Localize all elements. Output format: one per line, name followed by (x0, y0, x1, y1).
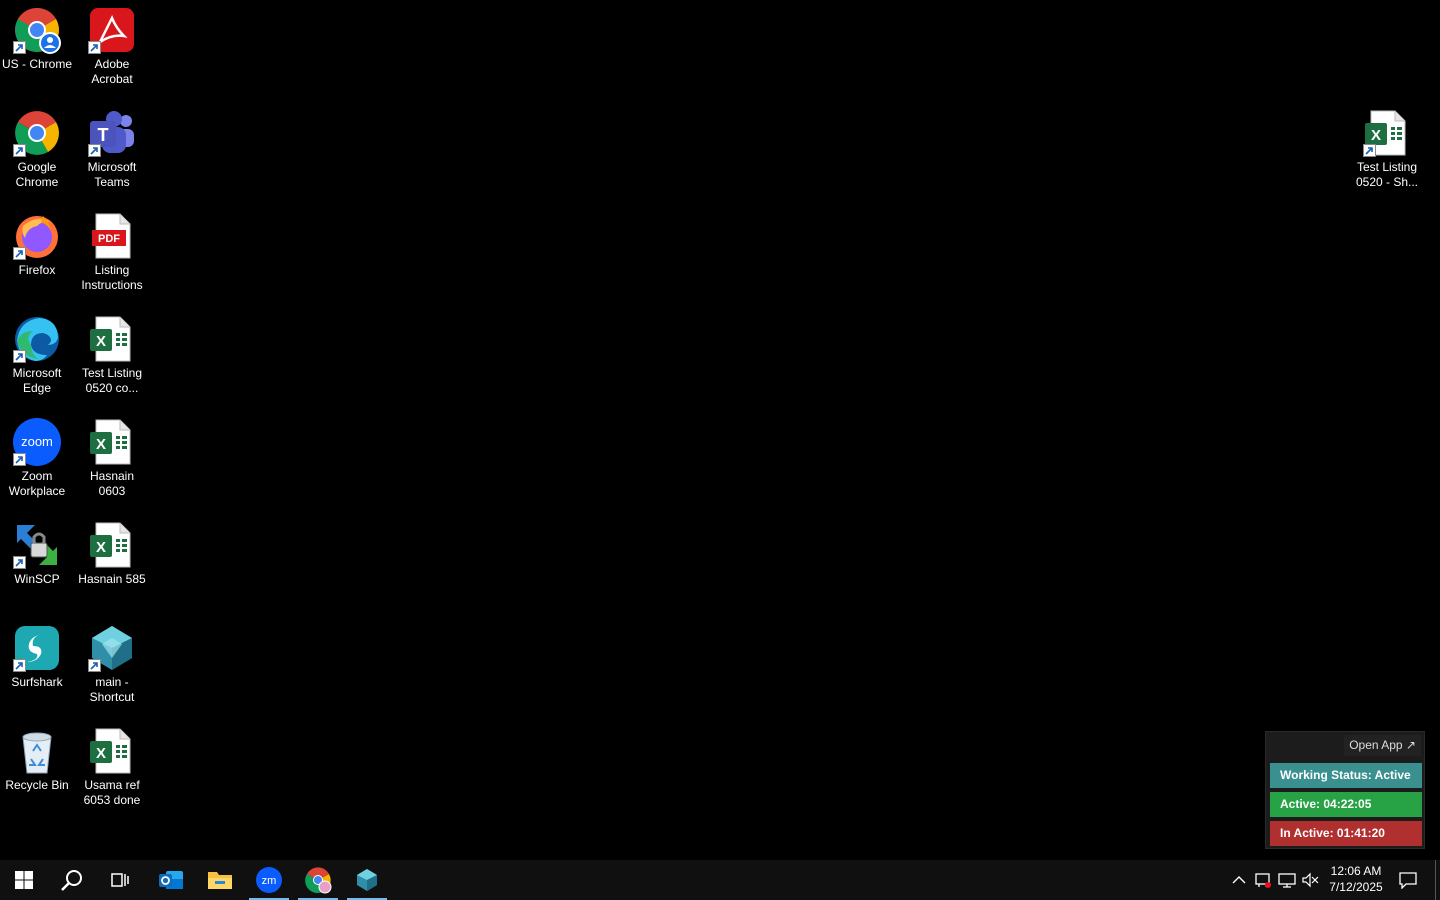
task-view-icon (111, 873, 129, 887)
svg-text:X: X (96, 436, 106, 453)
show-desktop-button[interactable] (1435, 860, 1440, 900)
inactive-time-text: In Active: 01:41:20 (1280, 826, 1385, 840)
outlook-icon (159, 871, 183, 889)
chevron-up-icon (1232, 876, 1246, 884)
desktop-icon-usama-ref[interactable]: X Usama ref 6053 done (75, 727, 149, 808)
time-tracker-widget: Open App ↗ Working Status: Active Active… (1265, 731, 1425, 849)
show-hidden-icons-button[interactable] (1227, 860, 1251, 900)
svg-text:X: X (96, 333, 106, 350)
icon-label: Test Listing 0520 co... (81, 366, 143, 395)
shortcut-arrow-icon (1363, 144, 1376, 157)
desktop-icon-hasnain-585[interactable]: X Hasnain 585 (75, 521, 149, 587)
desktop-icon-hasnain-0603[interactable]: X Hasnain 0603 (75, 418, 149, 499)
svg-text:zm: zm (262, 875, 277, 887)
excel-file-icon: X (90, 316, 131, 362)
desktop-icon-main-shortcut[interactable]: main - Shortcut (75, 624, 149, 705)
icon-label: Surfshark (11, 675, 63, 689)
svg-text:T: T (98, 125, 109, 145)
search-icon (61, 870, 82, 891)
icon-label: Zoom Workplace (8, 469, 66, 498)
desktop-icon-winscp[interactable]: WinSCP (0, 521, 74, 587)
tray-network[interactable] (1275, 860, 1299, 900)
desktop-icon-recycle-bin[interactable]: Recycle Bin (0, 727, 74, 793)
desktop-icon-test-listing-co[interactable]: X Test Listing 0520 co... (75, 315, 149, 396)
taskbar: zm 12:06 AM 7/12/2025 (0, 860, 1440, 900)
recycle-bin-icon (22, 732, 52, 774)
shortcut-arrow-icon (13, 453, 26, 466)
icon-label: Hasnain 0603 (89, 469, 135, 498)
outlook-taskbar-button[interactable] (147, 860, 195, 900)
icon-label: Hasnain 585 (78, 572, 146, 586)
icon-label: main - Shortcut (89, 675, 135, 704)
excel-file-icon: X (90, 728, 131, 774)
notification-icon (1399, 872, 1417, 889)
taskbar-clock[interactable]: 12:06 AM 7/12/2025 (1318, 860, 1394, 900)
icon-label: Adobe Acrobat (91, 57, 133, 86)
shortcut-arrow-icon (13, 41, 26, 54)
desktop-icon-microsoft-teams[interactable]: T Microsoft Teams (75, 109, 149, 190)
svg-text:X: X (96, 539, 106, 556)
chrome-taskbar-icon (305, 867, 332, 894)
task-view-button[interactable] (96, 860, 144, 900)
icon-label: WinSCP (14, 572, 60, 586)
file-explorer-taskbar-button[interactable] (196, 860, 244, 900)
search-button[interactable] (48, 860, 96, 900)
excel-file-icon: X (90, 522, 131, 568)
desktop-icon-test-listing-sh[interactable]: X Test Listing 0520 - Sh... (1350, 109, 1424, 190)
icon-label: Recycle Bin (5, 778, 69, 792)
icon-label: Test Listing 0520 - Sh... (1355, 160, 1419, 189)
desktop-icon-surfshark[interactable]: Surfshark (0, 624, 74, 690)
icon-label: Microsoft Edge (12, 366, 62, 395)
svg-text:X: X (1371, 127, 1381, 144)
network-alert-icon (1255, 873, 1271, 888)
desktop-icon-microsoft-edge[interactable]: Microsoft Edge (0, 315, 74, 396)
desktop: US - Chrome Google Chrome Firefox Micros… (0, 0, 1440, 860)
working-status-text: Working Status: Active (1280, 768, 1411, 782)
working-status-badge: Working Status: Active (1270, 763, 1422, 788)
icon-label: Firefox (18, 263, 56, 277)
icon-label: Listing Instructions (81, 263, 143, 292)
chrome-taskbar-button[interactable] (294, 860, 342, 900)
zoom-taskbar-button[interactable]: zm (245, 860, 293, 900)
shortcut-arrow-icon (13, 247, 26, 260)
active-time-badge: Active: 04:22:05 (1270, 792, 1422, 817)
svg-text:zoom: zoom (21, 434, 53, 449)
desktop-icon-firefox[interactable]: Firefox (0, 212, 74, 278)
excel-file-icon: X (90, 419, 131, 465)
icon-label: Google Chrome (15, 160, 59, 189)
network-icon (1278, 873, 1296, 888)
zoom-taskbar-icon: zm (256, 867, 282, 893)
volume-muted-icon (1302, 872, 1319, 888)
desktop-icon-us-chrome[interactable]: US - Chrome (0, 6, 74, 72)
shortcut-arrow-icon (13, 556, 26, 569)
shortcut-arrow-icon (88, 659, 101, 672)
main-app-taskbar-icon (357, 869, 377, 891)
pdf-file-icon: PDF (92, 213, 131, 259)
open-app-button[interactable]: Open App ↗ (1344, 735, 1421, 756)
shortcut-arrow-icon (88, 41, 101, 54)
file-explorer-icon (208, 872, 232, 889)
start-button[interactable] (0, 860, 48, 900)
icon-label: Microsoft Teams (87, 160, 137, 189)
inactive-time-badge: In Active: 01:41:20 (1270, 821, 1422, 846)
action-center-button[interactable] (1396, 860, 1420, 900)
shortcut-arrow-icon (88, 144, 101, 157)
desktop-icon-listing-instructions[interactable]: PDF Listing Instructions (75, 212, 149, 293)
shortcut-arrow-icon (13, 144, 26, 157)
shortcut-arrow-icon (13, 659, 26, 672)
svg-text:PDF: PDF (98, 233, 120, 245)
icon-label: US - Chrome (1, 57, 72, 71)
desktop-icon-google-chrome[interactable]: Google Chrome (0, 109, 74, 190)
icon-label: Usama ref 6053 done (83, 778, 141, 807)
clock-date: 7/12/2025 (1329, 880, 1383, 894)
svg-text:X: X (96, 745, 106, 762)
tray-network-alert[interactable] (1251, 860, 1275, 900)
clock-time: 12:06 AM (1330, 864, 1382, 878)
desktop-icon-zoom-workplace[interactable]: zoom Zoom Workplace (0, 418, 74, 499)
windows-start-icon (15, 871, 33, 889)
shortcut-arrow-icon (13, 350, 26, 363)
active-time-text: Active: 04:22:05 (1280, 797, 1372, 811)
desktop-icon-adobe-acrobat[interactable]: Adobe Acrobat (75, 6, 149, 87)
main-app-taskbar-button[interactable] (343, 860, 391, 900)
